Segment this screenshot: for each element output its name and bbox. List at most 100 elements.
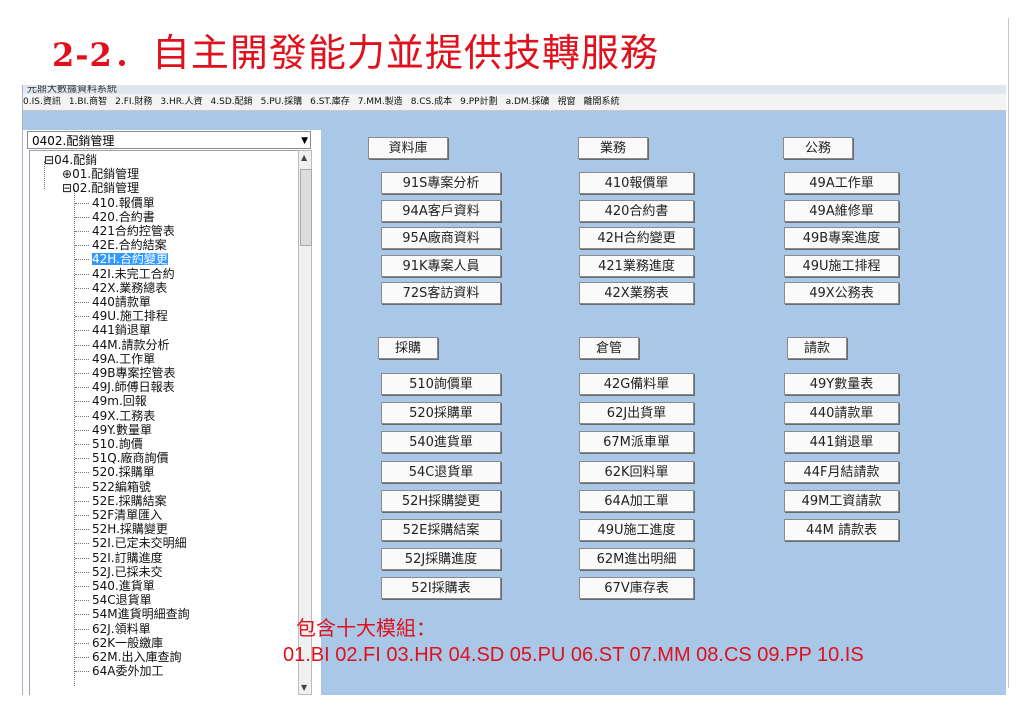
function-button[interactable]: 42X業務表 [579, 282, 694, 304]
tree-item[interactable]: 440請款單 [92, 296, 151, 308]
menu-item[interactable]: 1.BI.商智 [69, 94, 107, 110]
function-button[interactable]: 44M 請款表 [784, 519, 899, 541]
function-button[interactable]: 42H合約變更 [579, 227, 694, 249]
collapse-icon[interactable]: ⊟ [44, 153, 54, 167]
function-button[interactable]: 520採購單 [381, 402, 501, 425]
tree-item[interactable]: 49m.回報 [92, 395, 147, 407]
function-button[interactable]: 54C退貨單 [381, 460, 501, 483]
scrollbar-thumb[interactable] [300, 169, 312, 246]
tree-item[interactable]: 54M進貨明細查詢 [92, 608, 190, 620]
tree-item[interactable]: 520.採購單 [92, 466, 155, 478]
function-button[interactable]: 67M派車單 [579, 431, 694, 454]
tree-item[interactable]: 52H.採購變更 [92, 523, 168, 535]
tree-item[interactable]: 62J.領料單 [92, 623, 151, 635]
function-button[interactable]: 540進貨單 [381, 431, 501, 454]
function-button[interactable]: 52E採購結案 [381, 519, 501, 541]
section-header-button[interactable]: 公務 [783, 137, 853, 159]
function-button[interactable]: 94A客戶資料 [381, 199, 501, 222]
tree-item[interactable]: 421合約控管表 [92, 225, 175, 237]
tree-item[interactable]: 62M.出入庫查詢 [92, 651, 181, 663]
function-button[interactable]: 91S專案分析 [381, 172, 501, 194]
function-button[interactable]: 440請款單 [784, 402, 899, 425]
tree-item[interactable]: 52J.已採未交 [92, 566, 163, 578]
collapse-icon[interactable]: ⊟ [62, 181, 72, 195]
chevron-down-icon[interactable]: ▼ [301, 132, 308, 150]
menu-item[interactable]: 離開系統 [584, 94, 620, 110]
tree-item[interactable]: 49J.師傅日報表 [92, 381, 175, 393]
menu-item[interactable]: 7.MM.製造 [358, 94, 403, 110]
function-button[interactable]: 62M進出明細 [579, 548, 694, 571]
function-button[interactable]: 62K回料單 [579, 460, 694, 483]
tree-item-selected[interactable]: 42H.合約變更 [92, 253, 168, 266]
function-button[interactable]: 67V庫存表 [579, 577, 694, 600]
tree-item[interactable]: 52E.採購結案 [92, 495, 167, 507]
scroll-up-icon[interactable]: ▲ [301, 153, 307, 162]
expand-icon[interactable]: ⊕ [62, 167, 72, 181]
function-button[interactable]: 441銷退單 [784, 431, 899, 454]
function-button[interactable]: 62J出貨單 [579, 402, 694, 425]
tree-item[interactable]: 49U.施工排程 [92, 310, 168, 322]
function-button[interactable]: 72S客訪資料 [381, 282, 501, 304]
function-button[interactable]: 49Y數量表 [784, 373, 899, 395]
menu-item[interactable]: 0.IS.資訊 [23, 94, 61, 110]
menu-item[interactable]: 5.PU.採購 [261, 94, 302, 110]
tree-item[interactable]: 420.合約書 [92, 211, 155, 223]
tree-item[interactable]: 52I.訂購進度 [92, 552, 163, 564]
module-select[interactable]: 0402.配銷管理 ▼ [27, 131, 311, 149]
tree-item[interactable]: 42I.未完工合約 [92, 268, 175, 280]
menu-item[interactable]: 2.FI.財務 [115, 94, 152, 110]
section-header-button[interactable]: 業務 [578, 137, 648, 159]
function-button[interactable]: 44F月結請款 [784, 460, 899, 483]
menu-item[interactable]: 視窗 [558, 94, 576, 110]
function-button[interactable]: 95A廠商資料 [381, 227, 501, 249]
tree-item[interactable]: 522編箱號 [92, 481, 151, 493]
section-header-button[interactable]: 倉管 [579, 337, 639, 359]
tree-item[interactable]: 540.進貨單 [92, 580, 155, 592]
function-button[interactable]: 49M工資請款 [784, 489, 899, 512]
tree-item[interactable]: 52F清單匯入 [92, 509, 162, 521]
tree-item[interactable]: 42X.業務總表 [92, 282, 167, 294]
section-header-button[interactable]: 請款 [787, 337, 847, 359]
tree-item[interactable]: 42E.合約結案 [92, 239, 167, 251]
function-button[interactable]: 42G備料單 [579, 373, 694, 395]
menu-item[interactable]: 6.ST.庫存 [310, 94, 350, 110]
tree-item[interactable]: 44M.請款分析 [92, 339, 169, 351]
tree-item[interactable]: 49X.工務表 [92, 410, 155, 422]
function-button[interactable]: 52I採購表 [381, 577, 501, 600]
tree-item[interactable]: 52I.已定未交明細 [92, 537, 187, 549]
section-header-button[interactable]: 採購 [378, 337, 438, 359]
function-button[interactable]: 510詢價單 [381, 373, 501, 395]
function-button[interactable]: 49X公務表 [784, 282, 899, 304]
tree-item[interactable]: 49A.工作單 [92, 353, 155, 365]
menu-item[interactable]: 4.SD.配銷 [211, 94, 253, 110]
function-button[interactable]: 49A維修單 [784, 199, 899, 222]
function-button[interactable]: 64A加工單 [579, 489, 694, 512]
function-button[interactable]: 52H採購變更 [381, 489, 501, 512]
tree-item[interactable]: 54C退貨單 [92, 594, 152, 606]
function-button[interactable]: 410報價單 [579, 172, 694, 194]
function-button[interactable]: 421業務進度 [579, 254, 694, 277]
function-button[interactable]: 91K專案人員 [381, 254, 501, 277]
tree-item[interactable]: 410.報價單 [92, 197, 155, 209]
function-button[interactable]: 52J採購進度 [381, 548, 501, 571]
tree-item[interactable]: ⊟02.配銷管理 [62, 182, 139, 194]
tree-item[interactable]: 49B專案控管表 [92, 367, 176, 379]
tree-item[interactable]: 441銷退單 [92, 324, 151, 336]
function-button[interactable]: 49U施工排程 [784, 254, 899, 277]
section-header-button[interactable]: 資料庫 [368, 137, 448, 159]
function-button[interactable]: 49A工作單 [784, 172, 899, 194]
tree-item[interactable]: 510.詢價 [92, 438, 143, 450]
tree-item[interactable]: ⊟04.配銷 [44, 154, 97, 166]
menu-item[interactable]: 9.PP計劃 [460, 94, 497, 110]
menu-item[interactable]: 8.CS.成本 [411, 94, 452, 110]
tree-item[interactable]: 49Y.數量單 [92, 424, 152, 436]
function-button[interactable]: 49B專案進度 [784, 227, 899, 249]
tree-item[interactable]: ⊕01.配銷管理 [62, 168, 139, 180]
menu-item[interactable]: a.DM.採礦 [506, 94, 550, 110]
function-button[interactable]: 49U施工進度 [579, 519, 694, 541]
function-button[interactable]: 420合約書 [579, 199, 694, 222]
tree-item[interactable]: 64A委外加工 [92, 665, 163, 677]
tree-item[interactable]: 62K一般繳庫 [92, 637, 163, 649]
scroll-down-icon[interactable]: ▼ [301, 683, 307, 692]
menu-item[interactable]: 3.HR.人資 [160, 94, 202, 110]
